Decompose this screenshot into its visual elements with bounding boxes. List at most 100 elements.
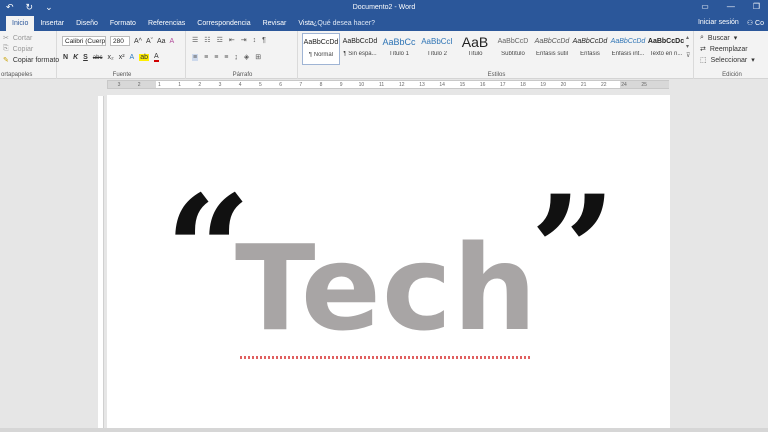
style-name: Título 2 [426, 51, 447, 57]
justify-icon[interactable]: ≡ [224, 54, 228, 61]
style-enfasis[interactable]: AaBbCcDd Énfasis [571, 33, 609, 65]
highlight-icon[interactable]: ab [139, 54, 150, 61]
vertical-ruler[interactable] [98, 96, 104, 432]
tab-formato[interactable]: Formato [104, 16, 142, 31]
ruler-tick: 13 [419, 82, 425, 88]
format-painter-label: Copiar formato [12, 56, 60, 64]
ribbon-display-icon[interactable]: ▭ [701, 2, 709, 11]
close-quote-mark[interactable]: ” [530, 176, 616, 326]
style-titulo-1[interactable]: AaBbCc Título 1 [380, 33, 418, 65]
font-size-select[interactable]: 280 [110, 36, 130, 46]
style-preview: AaBbCcDc [647, 38, 685, 45]
select-button[interactable]: ⬚ Seleccionar ▾ [700, 56, 755, 65]
style-preview: AaBbCcDd [534, 38, 570, 45]
select-icon: ⬚ [700, 57, 707, 64]
find-label: Buscar [707, 34, 730, 42]
brush-icon: ✎ [3, 57, 9, 64]
styles-group-label: Estilos [487, 72, 506, 78]
tab-insertar[interactable]: Insertar [34, 16, 70, 31]
subscript-button[interactable]: x₂ [107, 54, 113, 61]
ruler-tick: 6 [279, 82, 282, 88]
style-enfasis-intenso[interactable]: AaBbCcDd Énfasis int... [609, 33, 647, 65]
clipboard-group-label: ortapapeles [1, 72, 33, 78]
ruler-tick: 19 [540, 82, 546, 88]
shrink-font-icon[interactable]: Aˇ [146, 38, 153, 45]
borders-icon[interactable]: ⊞ [255, 53, 261, 61]
style-name: Subtítulo [501, 51, 525, 57]
style-preview: AaBbCcDd [342, 38, 378, 45]
tab-diseno[interactable]: Diseño [70, 16, 104, 31]
ruler-tick: 9 [339, 82, 343, 88]
select-label: Seleccionar [710, 56, 748, 64]
numbering-icon[interactable]: ☷ [204, 36, 210, 44]
style-enfasis-sutil[interactable]: AaBbCcDd Énfasis sutil [533, 33, 571, 65]
ruler-tick: 12 [399, 82, 405, 88]
clipboard-group: ✂ Cortar ⎘ Copiar ✎ Copiar formato ortap… [0, 31, 60, 79]
strikethrough-button[interactable]: abc [93, 55, 103, 61]
ribbon: ✂ Cortar ⎘ Copiar ✎ Copiar formato ortap… [0, 31, 768, 79]
styles-scroll[interactable]: ▴ ▾ ⊽ [686, 34, 690, 61]
minimize-icon[interactable]: — [727, 2, 735, 11]
chevron-down-icon: ▾ [733, 35, 738, 42]
ribbon-tabs-bar: Inicio Insertar Diseño Formato Referenci… [0, 16, 768, 31]
style-titulo-2[interactable]: AaBbCcI Título 2 [418, 33, 456, 65]
ruler-tick: 15 [459, 82, 466, 88]
ruler-tick: 1 [178, 82, 181, 88]
text-effects-icon[interactable]: A [130, 54, 135, 61]
font-group-label: Fuente [112, 72, 132, 78]
align-right-icon[interactable]: ≡ [214, 54, 218, 61]
window-controls: ▭ — ❐ [701, 2, 760, 11]
style-titulo[interactable]: AaB Título [456, 33, 494, 65]
tell-me-box[interactable]: ◌ ¿Qué desea hacer? [307, 20, 375, 27]
sort-icon[interactable]: ↕ [253, 37, 257, 44]
font-name-select[interactable]: Calibri (Cuerp [62, 36, 106, 46]
horizontal-ruler[interactable]: 3 2 1 1 2 3 4 5 6 7 8 9 10 11 12 13 14 15 16 17 18 19 20 21 22 24… [107, 80, 669, 89]
ruler-tick: 5 [259, 82, 262, 88]
superscript-button[interactable]: x² [119, 54, 125, 61]
tab-revisar[interactable]: Revisar [257, 16, 293, 31]
replace-label: Reemplazar [709, 45, 748, 53]
style-normal[interactable]: AaBbCcDd ¶ Normal [302, 33, 340, 65]
show-marks-button[interactable]: ¶ [262, 37, 266, 44]
align-left-icon[interactable]: ≡ [192, 53, 199, 61]
multilevel-list-icon[interactable]: ☲ [217, 36, 223, 44]
style-name: Énfasis [580, 51, 600, 57]
format-painter-button[interactable]: ✎ Copiar formato [3, 56, 60, 65]
tell-me-text: ¿Qué desea hacer? [313, 20, 375, 27]
share-button[interactable]: ⚇ Co [747, 19, 764, 27]
ruler-tick: 11 [378, 82, 385, 88]
paragraph-group-label: Párrafo [232, 72, 253, 78]
bullets-icon[interactable]: ☰ [192, 36, 198, 44]
decrease-indent-icon[interactable]: ⇤ [229, 36, 235, 44]
person-icon: ⚇ [746, 20, 754, 27]
ruler-tick: 2 [137, 82, 141, 88]
copy-button[interactable]: ⎘ Copiar [3, 45, 33, 53]
bold-button[interactable]: N [63, 54, 68, 61]
shading-icon[interactable]: ◈ [244, 53, 249, 61]
style-sin-espaciado[interactable]: AaBbCcDd ¶ Sin espa... [341, 33, 379, 65]
tab-referencias[interactable]: Referencias [142, 16, 191, 31]
style-texto-en-negrita[interactable]: AaBbCcDc Texto en n... [647, 33, 685, 65]
signin-link[interactable]: Iniciar sesión [698, 19, 739, 27]
tab-correspondencia[interactable]: Correspondencia [191, 16, 256, 31]
grow-font-icon[interactable]: A^ [134, 38, 142, 45]
ruler-tick: 17 [500, 82, 506, 88]
increase-indent-icon[interactable]: ⇥ [241, 36, 247, 44]
ruler-tick: 25 [641, 82, 647, 88]
underline-button[interactable]: S [83, 54, 88, 61]
align-center-icon[interactable]: ≡ [204, 54, 208, 61]
restore-icon[interactable]: ❐ [753, 2, 760, 11]
font-color-icon[interactable]: A [154, 53, 159, 62]
editing-group-label: Edición [722, 72, 742, 78]
cut-button[interactable]: ✂ Cortar [3, 34, 32, 43]
ruler-tick: 24 [621, 82, 627, 88]
line-spacing-icon[interactable]: ↨ [234, 54, 238, 61]
find-button[interactable]: ⌕ Buscar ▾ [700, 34, 737, 42]
document-word[interactable]: Tech [235, 218, 538, 358]
style-subtitulo[interactable]: AaBbCcD Subtítulo [494, 33, 532, 65]
change-case-icon[interactable]: Aa [157, 38, 166, 45]
clear-format-icon[interactable]: A [170, 38, 175, 45]
italic-button[interactable]: K [73, 54, 78, 61]
tab-inicio[interactable]: Inicio [6, 16, 35, 31]
replace-button[interactable]: ⇄ Reemplazar [700, 45, 748, 54]
